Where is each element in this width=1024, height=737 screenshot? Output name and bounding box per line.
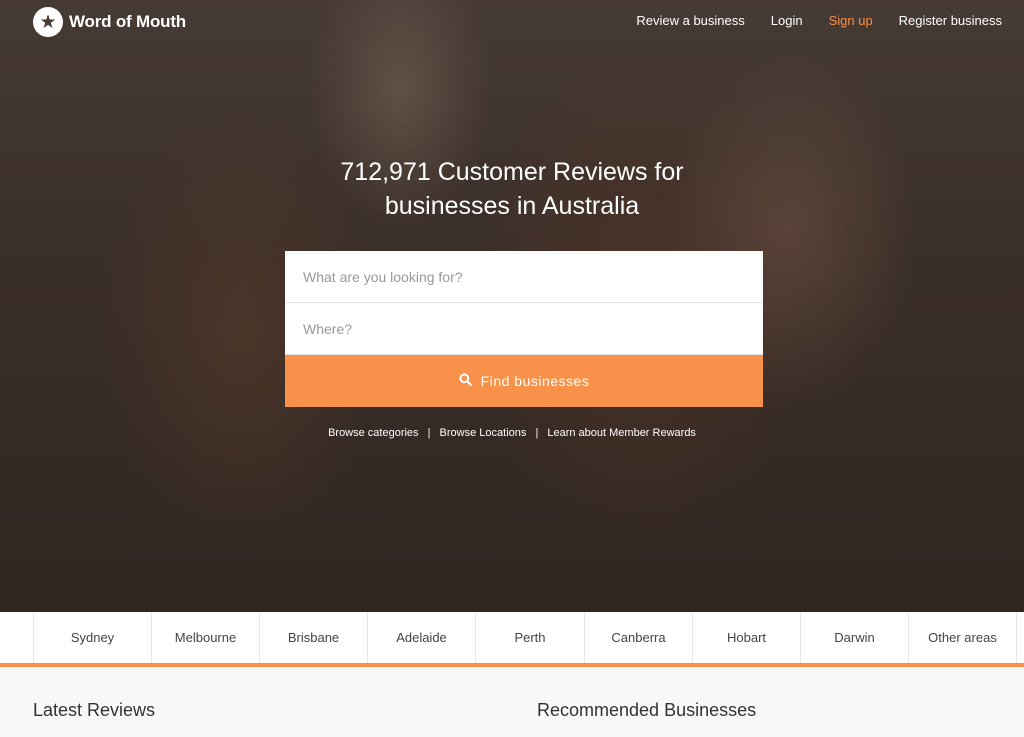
hero-banner: ★ Word of Mouth Review a business Login …	[0, 0, 1024, 612]
member-rewards-link[interactable]: Learn about Member Rewards	[547, 427, 696, 439]
headline-line-1: 712,971 Customer Reviews for	[340, 158, 684, 186]
nav-login[interactable]: Login	[771, 13, 803, 28]
hero-headline: 712,971 Customer Reviews for businesses …	[0, 155, 1024, 223]
city-brisbane[interactable]: Brisbane	[259, 612, 367, 663]
separator: |	[535, 427, 539, 439]
find-businesses-label: Find businesses	[480, 373, 590, 389]
separator: |	[427, 427, 431, 439]
city-adelaide[interactable]: Adelaide	[367, 612, 475, 663]
city-list: Sydney Melbourne Brisbane Adelaide Perth…	[33, 612, 1017, 663]
find-businesses-button[interactable]: Find businesses	[285, 355, 763, 407]
headline-line-2: businesses in Australia	[384, 192, 640, 220]
nav-register-business[interactable]: Register business	[899, 13, 1002, 28]
logo-text: Word of Mouth	[69, 12, 186, 31]
browse-locations-link[interactable]: Browse Locations	[440, 427, 527, 439]
star-icon: ★	[33, 7, 63, 37]
recommended-businesses-heading: Recommended Businesses	[537, 700, 757, 720]
city-sydney[interactable]: Sydney	[33, 612, 151, 663]
top-nav: Review a business Login Sign up Register…	[636, 13, 1002, 28]
city-bar: Sydney Melbourne Brisbane Adelaide Perth…	[0, 612, 1024, 667]
logo[interactable]: ★ Word of Mouth	[33, 7, 186, 37]
nav-review-business[interactable]: Review a business	[636, 13, 744, 28]
city-other-areas[interactable]: Other areas	[908, 612, 1017, 663]
what-input[interactable]	[285, 251, 763, 303]
city-darwin[interactable]: Darwin	[800, 612, 908, 663]
nav-signup[interactable]: Sign up	[829, 13, 873, 28]
city-perth[interactable]: Perth	[475, 612, 584, 663]
city-hobart[interactable]: Hobart	[692, 612, 800, 663]
city-canberra[interactable]: Canberra	[584, 612, 692, 663]
where-input[interactable]	[285, 303, 763, 355]
city-melbourne[interactable]: Melbourne	[151, 612, 259, 663]
search-icon	[459, 373, 472, 389]
latest-reviews-heading: Latest Reviews	[33, 700, 156, 720]
browse-links: Browse categories | Browse Locations | L…	[0, 427, 1024, 439]
content-sections: Latest Reviews Recommended Businesses	[0, 667, 1024, 737]
search-form: Find businesses	[285, 251, 763, 407]
browse-categories-link[interactable]: Browse categories	[328, 427, 419, 439]
